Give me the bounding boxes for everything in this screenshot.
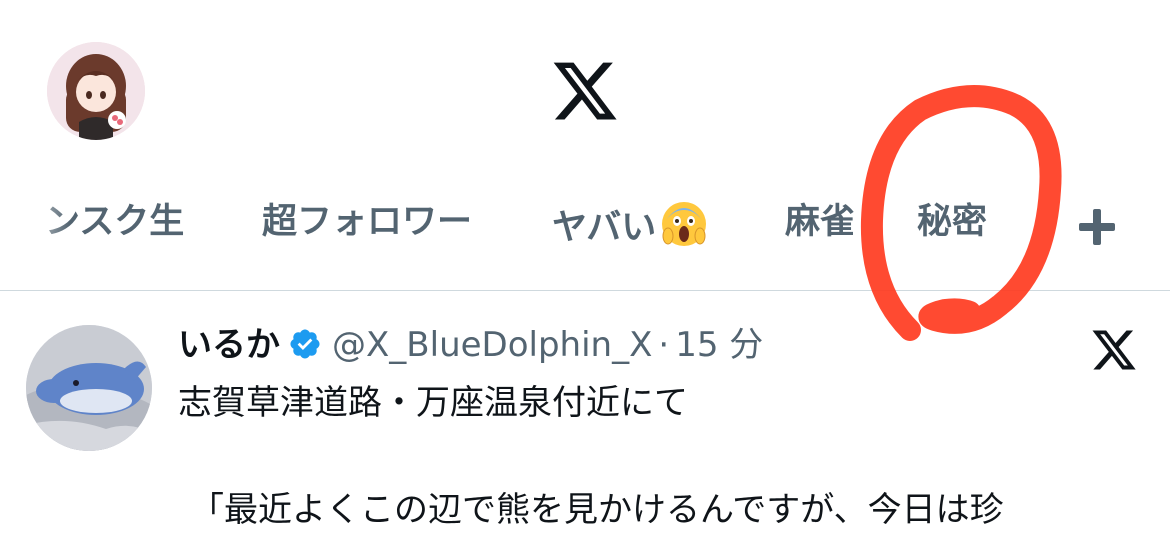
tweet-text-line: 志賀草津道路・万座温泉付近にて	[178, 383, 688, 423]
tweet-author-name[interactable]: いるか	[178, 325, 280, 365]
tweet-header: いるか @X_BlueDolphin_X · 15 分	[178, 320, 763, 370]
tweet-author-avatar[interactable]	[26, 325, 152, 451]
x-logo-small-svg	[1092, 330, 1136, 370]
tweet-author-handle[interactable]: @X_BlueDolphin_X	[332, 325, 652, 365]
tab-label: 秘密	[917, 202, 988, 242]
separator-dot: ·	[658, 325, 670, 365]
anime-girl-avatar-image	[47, 42, 145, 140]
x-logo-svg	[553, 62, 617, 120]
tab-secret[interactable]: 秘密	[917, 200, 987, 244]
profile-avatar[interactable]	[47, 42, 145, 140]
tweet-text-line: 「最近よくこの辺で熊を見かけるんですが、今日は珍	[190, 490, 1004, 530]
tab-divider	[0, 290, 1170, 291]
tab-mahjong[interactable]: 麻雀	[785, 200, 855, 244]
tab-label: 超フォロワー	[262, 202, 473, 242]
tab-label: ヤバい	[552, 208, 657, 248]
tab-yabai[interactable]: ヤバい	[552, 200, 708, 250]
tweet-timestamp[interactable]: 15 分	[675, 325, 763, 365]
timeline-tab-bar: ンスク生 超フォロワー ヤバい 麻雀 秘密	[0, 186, 1170, 266]
tab-super-followers[interactable]: 超フォロワー	[262, 200, 472, 244]
tab-fade-overlay	[0, 186, 70, 266]
plus-icon	[1079, 209, 1115, 245]
dolphin-plush-avatar-image	[26, 325, 152, 451]
tab-label: 麻雀	[785, 202, 856, 242]
x-logo-icon[interactable]	[550, 56, 620, 126]
verified-badge-icon	[290, 329, 320, 359]
tweet-x-icon[interactable]	[1090, 326, 1138, 374]
screaming-face-emoji-icon	[662, 202, 707, 246]
add-tab-button[interactable]	[1076, 206, 1118, 248]
